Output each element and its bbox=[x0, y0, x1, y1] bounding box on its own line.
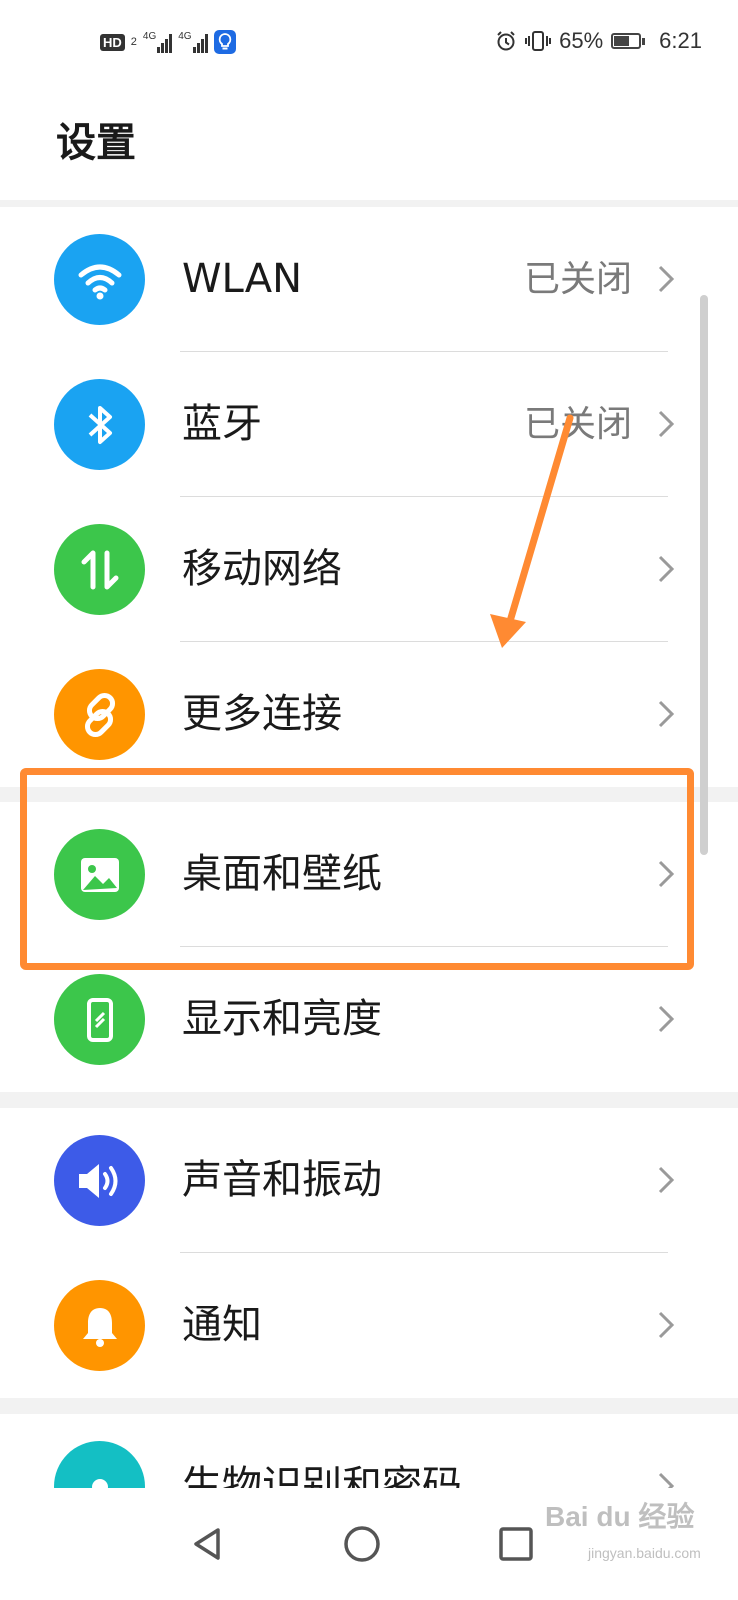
clock: 6:21 bbox=[659, 28, 702, 53]
status-left: HD 2 4G 4G bbox=[100, 30, 236, 54]
setting-notifications[interactable]: 通知 bbox=[0, 1253, 738, 1398]
chevron-right-icon bbox=[658, 1166, 675, 1194]
setting-value: 已关闭 bbox=[523, 404, 632, 445]
notification-bulb-icon bbox=[213, 30, 236, 54]
setting-label: 桌面和壁纸 bbox=[182, 851, 382, 897]
setting-sound-vibration[interactable]: 声音和振动 bbox=[0, 1108, 738, 1253]
setting-home-wallpaper[interactable]: 桌面和壁纸 bbox=[0, 802, 738, 947]
watermark-url: jingyan.baidu.com bbox=[588, 1545, 701, 1561]
link-icon bbox=[54, 669, 145, 760]
setting-wlan[interactable]: WLAN 已关闭 bbox=[0, 207, 738, 352]
back-icon bbox=[194, 1528, 220, 1560]
header: 设置 bbox=[0, 90, 738, 200]
setting-label: 声音和振动 bbox=[182, 1157, 382, 1203]
settings-group-security: 生物识别和密码 bbox=[0, 1414, 738, 1494]
setting-more-connections[interactable]: 更多连接 bbox=[0, 642, 738, 787]
chevron-right-icon bbox=[658, 1005, 675, 1033]
fingerprint-icon bbox=[54, 1441, 145, 1494]
chevron-right-icon bbox=[658, 555, 675, 583]
setting-label: 生物识别和密码 bbox=[182, 1463, 462, 1494]
settings-group-connectivity: WLAN 已关闭 蓝牙 已关闭 移动网络 更多连接 bbox=[0, 207, 738, 787]
signal-icon: 4G bbox=[178, 31, 208, 53]
setting-label: 更多连接 bbox=[182, 691, 342, 737]
setting-mobile-network[interactable]: 移动网络 bbox=[0, 497, 738, 642]
mobile-data-icon bbox=[54, 524, 145, 615]
sound-icon bbox=[54, 1135, 145, 1226]
watermark-logo: Bai du 经验 bbox=[545, 1501, 695, 1532]
home-button[interactable] bbox=[334, 1516, 390, 1572]
sim-number: 2 bbox=[130, 36, 137, 48]
chevron-right-icon bbox=[658, 265, 675, 293]
recents-icon bbox=[499, 1527, 533, 1561]
scrollbar[interactable] bbox=[700, 295, 708, 855]
alarm-icon bbox=[497, 31, 515, 51]
network-type-1: 4G bbox=[142, 31, 157, 42]
settings-group-sound: 声音和振动 通知 bbox=[0, 1108, 738, 1398]
bell-icon bbox=[54, 1280, 145, 1371]
page-title: 设置 bbox=[56, 120, 136, 166]
setting-label: WLAN bbox=[182, 256, 303, 302]
settings-group-display: 桌面和壁纸 显示和亮度 bbox=[0, 802, 738, 1092]
chevron-right-icon bbox=[658, 700, 675, 728]
chevron-right-icon bbox=[658, 860, 675, 888]
status-right: 65% 6:21 bbox=[495, 28, 702, 54]
wifi-icon bbox=[54, 234, 145, 325]
battery-icon bbox=[611, 33, 646, 49]
chevron-right-icon bbox=[658, 1311, 675, 1339]
setting-label: 显示和亮度 bbox=[182, 996, 382, 1042]
setting-label: 通知 bbox=[182, 1302, 262, 1348]
wallpaper-icon bbox=[54, 829, 145, 920]
signal-icon: 4G bbox=[142, 31, 173, 53]
setting-biometrics-password[interactable]: 生物识别和密码 bbox=[0, 1414, 738, 1494]
home-icon bbox=[344, 1526, 380, 1562]
display-icon bbox=[54, 974, 145, 1065]
vibrate-icon bbox=[525, 31, 552, 51]
battery-percent: 65% bbox=[559, 28, 604, 53]
setting-display-brightness[interactable]: 显示和亮度 bbox=[0, 947, 738, 1092]
chevron-right-icon bbox=[658, 410, 675, 438]
network-type-2: 4G bbox=[178, 31, 192, 42]
back-button[interactable] bbox=[180, 1516, 236, 1572]
bluetooth-icon bbox=[54, 379, 145, 470]
setting-value: 已关闭 bbox=[523, 259, 632, 300]
setting-bluetooth[interactable]: 蓝牙 已关闭 bbox=[0, 352, 738, 497]
setting-label: 蓝牙 bbox=[182, 401, 262, 447]
status-bar: HD 2 4G 4G 65% 6:21 bbox=[0, 0, 738, 90]
hd-badge: HD bbox=[100, 33, 125, 51]
recents-button[interactable] bbox=[488, 1516, 544, 1572]
setting-label: 移动网络 bbox=[182, 546, 342, 592]
